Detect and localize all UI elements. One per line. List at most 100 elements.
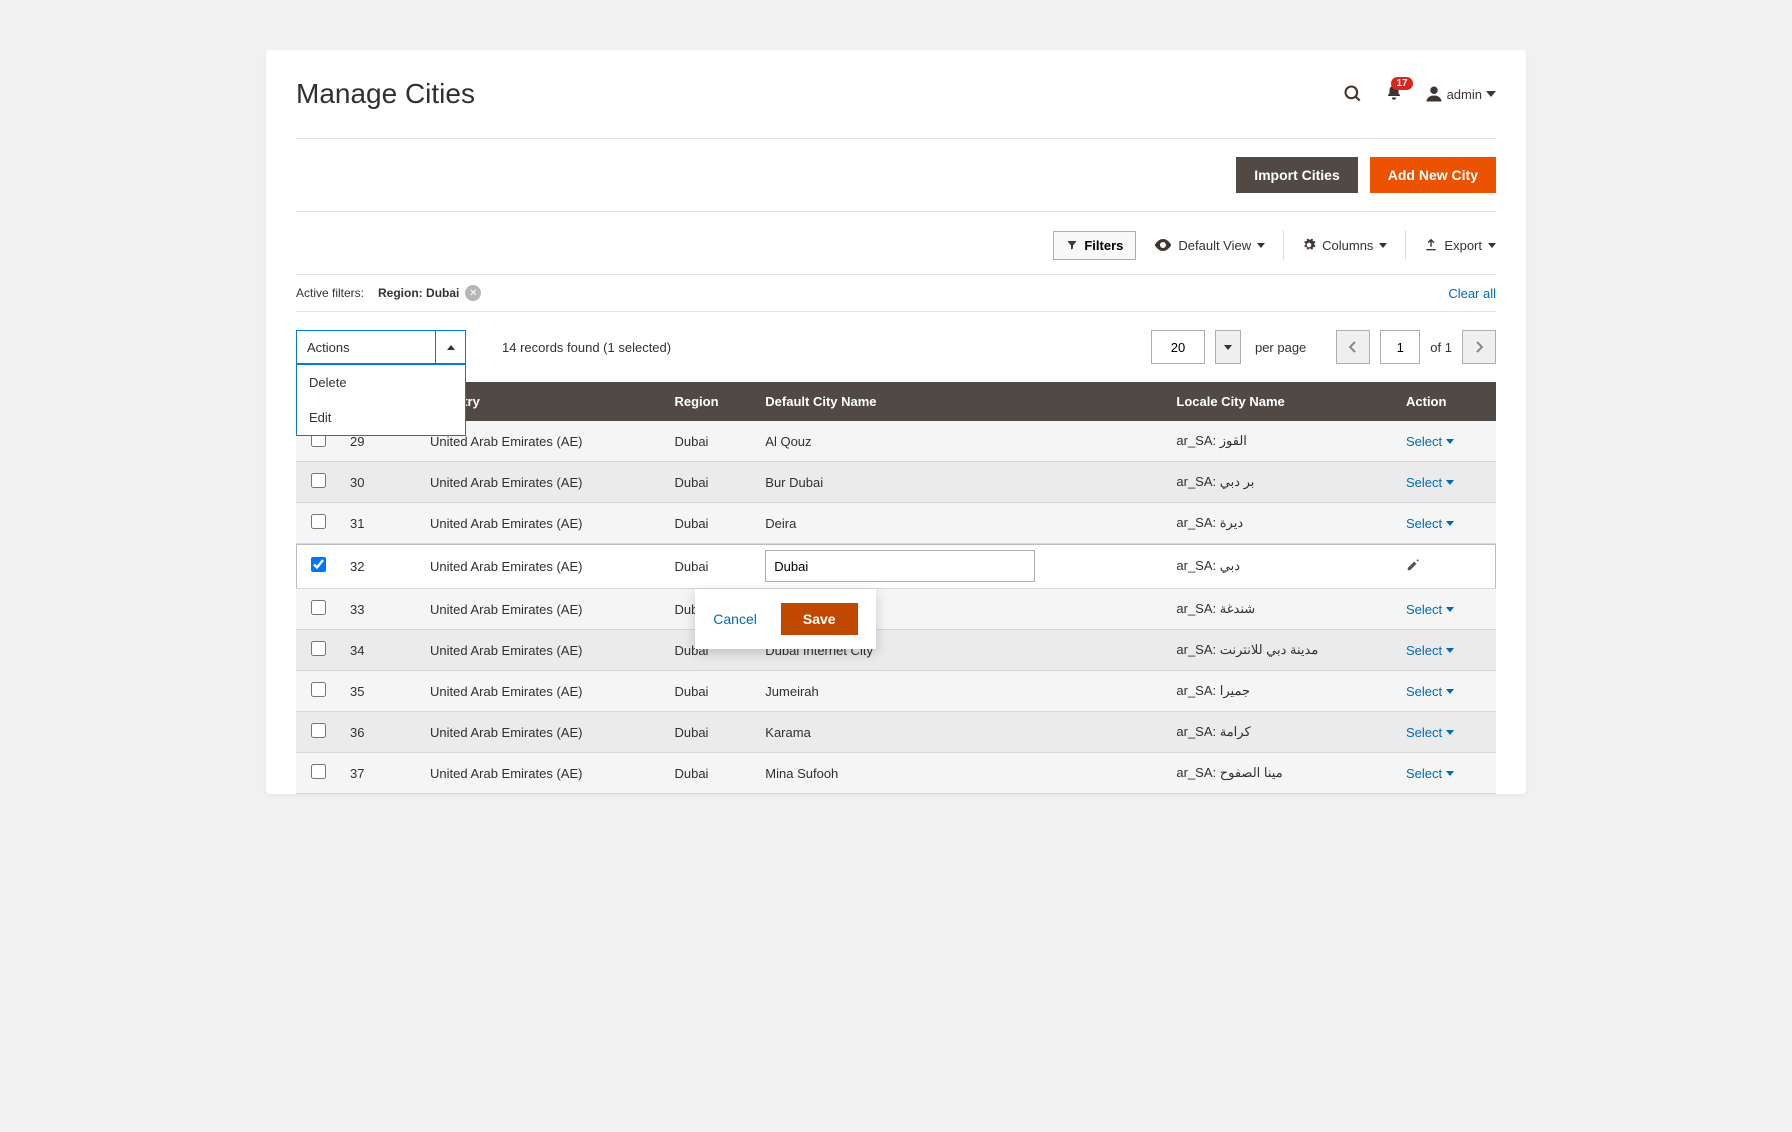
- row-region: Dubai: [664, 544, 755, 589]
- actions-menu-delete[interactable]: Delete: [297, 365, 465, 400]
- row-id: 31: [340, 503, 420, 544]
- table-row: 34United Arab Emirates (AE)DubaiDubai In…: [296, 630, 1496, 671]
- row-default-city: Karama: [755, 712, 1166, 753]
- row-country: United Arab Emirates (AE): [420, 544, 664, 589]
- row-action: Select: [1396, 462, 1496, 503]
- row-select-link[interactable]: Select: [1406, 684, 1486, 699]
- row-action: Select: [1396, 712, 1496, 753]
- table-row: 30United Arab Emirates (AE)DubaiBur Duba…: [296, 462, 1496, 503]
- page-title: Manage Cities: [296, 78, 475, 110]
- chevron-down-icon: [1379, 243, 1387, 248]
- records-found: 14 records found (1 selected): [502, 340, 671, 355]
- actions-menu-edit[interactable]: Edit: [297, 400, 465, 435]
- col-region[interactable]: Region: [664, 382, 755, 421]
- table-row: 33United Arab Emirates (AE)DubaiDubaiar_…: [296, 589, 1496, 630]
- import-cities-button[interactable]: Import Cities: [1236, 157, 1358, 193]
- save-button[interactable]: Save: [781, 603, 858, 635]
- row-locale-city: ar_SA: شندغة: [1166, 589, 1396, 630]
- row-locale-city: ar_SA: جميرا: [1166, 671, 1396, 712]
- remove-filter-icon[interactable]: ✕: [465, 285, 481, 301]
- row-country: United Arab Emirates (AE): [420, 503, 664, 544]
- row-id: 35: [340, 671, 420, 712]
- city-name-input[interactable]: [765, 550, 1035, 582]
- row-checkbox[interactable]: [311, 723, 326, 738]
- row-id: 37: [340, 753, 420, 794]
- col-action: Action: [1396, 382, 1496, 421]
- row-checkbox[interactable]: [311, 682, 326, 697]
- row-select-link[interactable]: Select: [1406, 725, 1486, 740]
- export-dropdown[interactable]: Export: [1424, 238, 1496, 253]
- table-row: 31United Arab Emirates (AE)DubaiDeiraar_…: [296, 503, 1496, 544]
- actions-menu: Delete Edit: [296, 364, 466, 436]
- row-select-link[interactable]: Select: [1406, 516, 1486, 531]
- row-country: United Arab Emirates (AE): [420, 712, 664, 753]
- row-select-link[interactable]: Select: [1406, 766, 1486, 781]
- row-region: Dubai: [664, 462, 755, 503]
- row-default-city: Bur Dubai: [755, 462, 1166, 503]
- inline-edit-popover: Cancel Save: [695, 589, 875, 649]
- row-region: Dubai: [664, 671, 755, 712]
- actions-dropdown[interactable]: Actions: [296, 330, 466, 364]
- page-size-input[interactable]: [1151, 330, 1205, 364]
- row-select-link[interactable]: Select: [1406, 475, 1486, 490]
- row-default-city: [755, 544, 1166, 589]
- row-country: United Arab Emirates (AE): [420, 671, 664, 712]
- default-view-dropdown[interactable]: Default View: [1154, 238, 1265, 253]
- col-default-city[interactable]: Default City Name: [755, 382, 1166, 421]
- add-new-city-button[interactable]: Add New City: [1370, 157, 1496, 193]
- filters-button[interactable]: Filters: [1053, 231, 1136, 260]
- filter-chip-region: Region: Dubai ✕: [378, 285, 481, 301]
- row-default-city: Mina Sufooh: [755, 753, 1166, 794]
- row-action: Select: [1396, 421, 1496, 462]
- clear-all-link[interactable]: Clear all: [1448, 286, 1496, 301]
- row-action: Select: [1396, 753, 1496, 794]
- row-select-link[interactable]: Select: [1406, 434, 1486, 449]
- row-id: 32: [340, 544, 420, 589]
- row-region: Dubai: [664, 421, 755, 462]
- notifications-icon[interactable]: 17: [1385, 83, 1403, 106]
- columns-dropdown[interactable]: Columns: [1302, 238, 1387, 253]
- chevron-up-icon: [447, 345, 455, 350]
- search-icon[interactable]: [1343, 84, 1363, 104]
- cancel-button[interactable]: Cancel: [713, 611, 757, 627]
- next-page-button[interactable]: [1462, 330, 1496, 364]
- divider: [1283, 230, 1284, 260]
- chevron-down-icon: [1224, 345, 1232, 350]
- row-select-link[interactable]: Select: [1406, 602, 1486, 617]
- default-view-label: Default View: [1178, 238, 1251, 253]
- row-id: 34: [340, 630, 420, 671]
- row-id: 33: [340, 589, 420, 630]
- row-default-city: Deira: [755, 503, 1166, 544]
- current-page-input[interactable]: [1380, 330, 1420, 364]
- row-checkbox[interactable]: [311, 600, 326, 615]
- row-region: Dubai: [664, 712, 755, 753]
- row-locale-city: ar_SA: كرامة: [1166, 712, 1396, 753]
- row-checkbox[interactable]: [311, 514, 326, 529]
- table-row: 32United Arab Emirates (AE)Dubai ar_SA: د…: [296, 544, 1496, 589]
- row-checkbox[interactable]: [311, 641, 326, 656]
- gear-icon: [1302, 238, 1316, 252]
- edit-icon[interactable]: [1406, 560, 1420, 575]
- export-label: Export: [1444, 238, 1482, 253]
- row-default-city: Al Qouz: [755, 421, 1166, 462]
- row-select-link[interactable]: Select: [1406, 643, 1486, 658]
- row-checkbox[interactable]: [311, 557, 326, 572]
- row-default-city: Jumeirah: [755, 671, 1166, 712]
- row-locale-city: ar_SA: دبي: [1166, 544, 1396, 589]
- table-row: 36United Arab Emirates (AE)DubaiKaramaar…: [296, 712, 1496, 753]
- funnel-icon: [1066, 239, 1078, 251]
- page-size-dropdown[interactable]: [1215, 330, 1241, 364]
- col-locale-city[interactable]: Locale City Name: [1166, 382, 1396, 421]
- chevron-left-icon: [1349, 341, 1357, 353]
- row-country: United Arab Emirates (AE): [420, 630, 664, 671]
- row-checkbox[interactable]: [311, 764, 326, 779]
- row-region: Dubai: [664, 503, 755, 544]
- eye-icon: [1154, 239, 1172, 251]
- prev-page-button[interactable]: [1336, 330, 1370, 364]
- row-country: United Arab Emirates (AE): [420, 589, 664, 630]
- row-locale-city: ar_SA: ديرة: [1166, 503, 1396, 544]
- table-row: 37United Arab Emirates (AE)DubaiMina Suf…: [296, 753, 1496, 794]
- row-locale-city: ar_SA: القوز: [1166, 421, 1396, 462]
- user-menu[interactable]: admin: [1425, 85, 1496, 103]
- row-checkbox[interactable]: [311, 473, 326, 488]
